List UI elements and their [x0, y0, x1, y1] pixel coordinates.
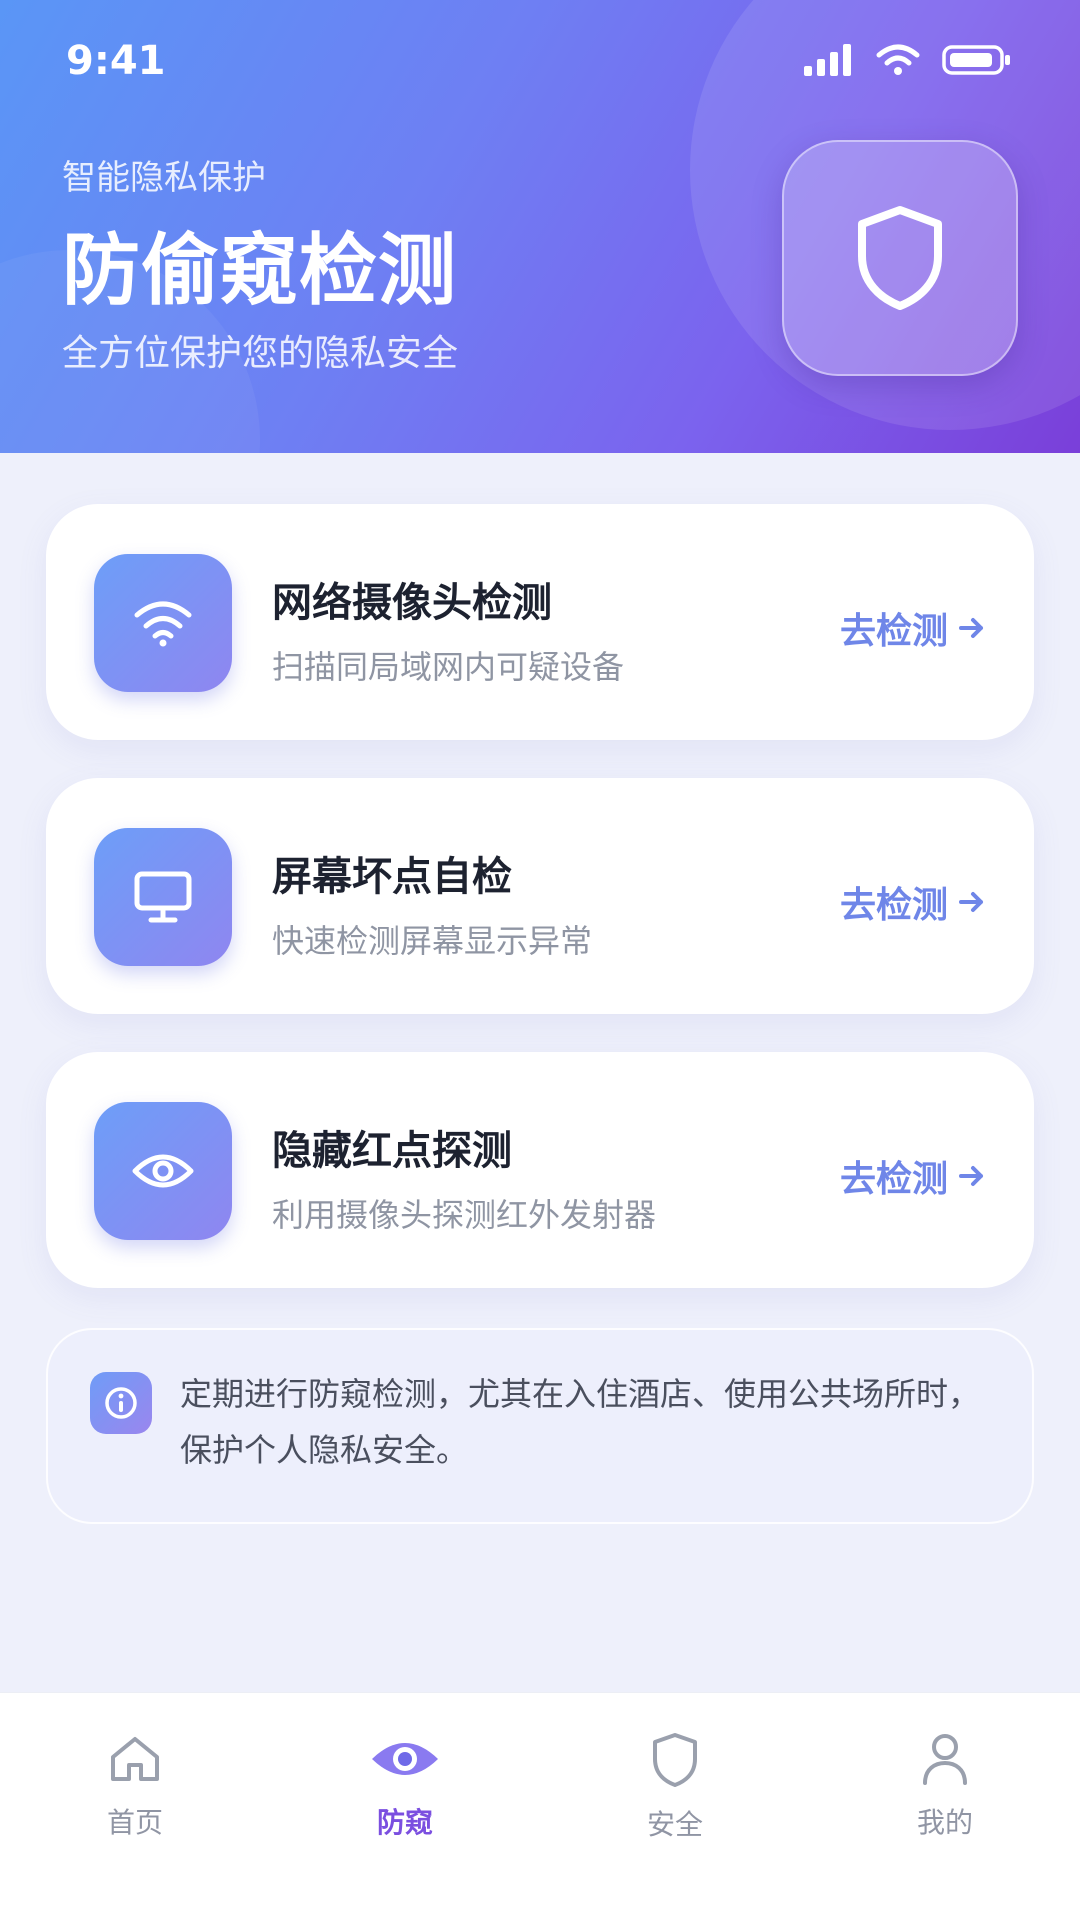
- status-icons: [804, 44, 1012, 76]
- status-time: 9:41: [66, 38, 166, 84]
- card-description: 扫描同局域网内可疑设备: [272, 648, 625, 686]
- nav-label: 安全: [646, 1808, 703, 1841]
- card-icon-tile: [94, 1102, 232, 1240]
- arrow-right-icon: [959, 618, 983, 638]
- nav-item-mine[interactable]: 我的: [865, 1731, 1025, 1841]
- info-icon: [105, 1387, 137, 1419]
- user-icon: [923, 1734, 967, 1785]
- start-detect-button[interactable]: 去检测: [840, 602, 986, 654]
- arrow-right-icon: [959, 892, 983, 912]
- monitor-icon: [134, 871, 192, 923]
- action-label: 去检测: [839, 1159, 948, 1200]
- tip-text: 定期进行防窥检测，尤其在入住酒店、使用公共场所时，保护个人隐私安全。: [180, 1375, 981, 1469]
- nav-item-home[interactable]: 首页: [55, 1731, 215, 1841]
- card-network-camera[interactable]: 网络摄像头检测 扫描同局域网内可疑设备 去检测: [46, 504, 1034, 740]
- card-screen-deadpixel[interactable]: 屏幕坏点自检 快速检测屏幕显示异常 去检测: [46, 778, 1034, 1014]
- card-icon-tile: [94, 828, 232, 966]
- home-icon: [111, 1737, 159, 1781]
- card-description: 利用摄像头探测红外发射器: [272, 1196, 657, 1234]
- card-title: 网络摄像头检测: [272, 580, 552, 626]
- header-kicker: 智能隐私保护: [62, 158, 266, 198]
- nav-label: 防窥: [376, 1806, 433, 1839]
- page-title: 防偷窥检测: [62, 226, 458, 316]
- card-hidden-redspot[interactable]: 隐藏红点探测 利用摄像头探测红外发射器 去检测: [46, 1052, 1034, 1288]
- start-detect-button[interactable]: 去检测: [840, 1150, 986, 1202]
- eye-icon: [372, 1743, 438, 1775]
- start-detect-button[interactable]: 去检测: [840, 876, 986, 928]
- nav-label: 首页: [106, 1806, 163, 1839]
- header-banner: 9:41 智能隐私保护 防偷窥检测 全方位保护您的隐私安全: [0, 0, 1080, 453]
- signal-icon: [804, 44, 851, 76]
- battery-icon: [942, 45, 1010, 75]
- card-title: 屏幕坏点自检: [272, 854, 512, 900]
- arrow-right-icon: [959, 1166, 983, 1186]
- header-subtitle: 全方位保护您的隐私安全: [62, 333, 459, 374]
- card-title: 隐藏红点探测: [272, 1128, 512, 1174]
- shield-badge: [782, 140, 1018, 376]
- nav-item-security[interactable]: 安全: [595, 1731, 755, 1843]
- privacy-tip: 定期进行防窥检测，尤其在入住酒店、使用公共场所时，保护个人隐私安全。: [46, 1328, 1034, 1524]
- card-description: 快速检测屏幕显示异常: [272, 922, 593, 960]
- card-icon-tile: [94, 554, 232, 692]
- wifi-status-icon: [876, 44, 920, 75]
- shield-icon: [653, 1733, 697, 1787]
- shield-icon: [858, 206, 942, 310]
- eye-icon: [132, 1154, 194, 1188]
- bottom-nav: 首页 防窥 安全 我的: [0, 1692, 1080, 1920]
- info-badge: [90, 1372, 152, 1434]
- nav-label: 我的: [916, 1806, 973, 1839]
- action-label: 去检测: [839, 611, 948, 652]
- nav-item-privacy[interactable]: 防窥: [325, 1731, 485, 1841]
- wifi-icon: [134, 601, 192, 647]
- action-label: 去检测: [839, 885, 948, 926]
